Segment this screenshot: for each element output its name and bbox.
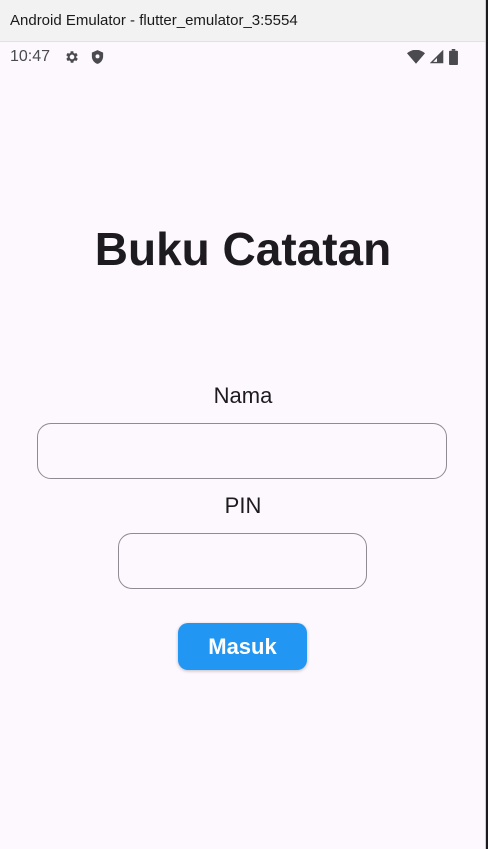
nama-label: Nama [213,383,273,408]
window-titlebar[interactable]: Android Emulator - flutter_emulator_3:55… [0,0,485,42]
cell-signal-icon [430,50,444,64]
app-title: Buku Catatan [94,223,392,275]
status-time: 10:47 [10,48,51,65]
emulator-window: Android Emulator - flutter_emulator_3:55… [0,0,486,849]
android-status-bar: 10:47 [0,42,485,72]
masuk-button[interactable]: Masuk [178,623,307,670]
gear-icon [64,49,80,65]
wifi-icon [407,50,425,64]
window-title: Android Emulator - flutter_emulator_3:55… [10,12,298,29]
pin-input[interactable] [118,533,367,589]
battery-icon [449,49,458,65]
pin-label: PIN [224,493,262,518]
shield-icon [90,49,105,65]
nama-input[interactable] [37,423,447,479]
